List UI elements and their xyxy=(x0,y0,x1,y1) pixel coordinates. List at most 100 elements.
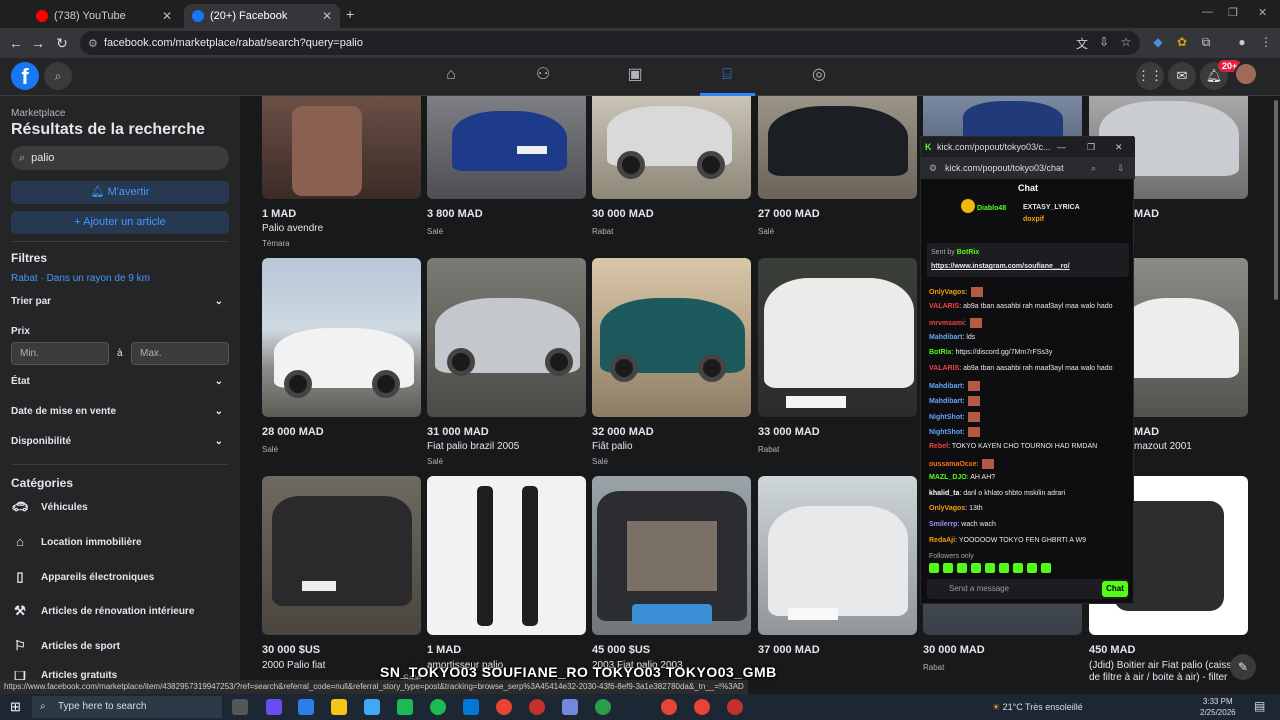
chat-username[interactable]: RedaAji xyxy=(929,537,955,544)
location-filter[interactable]: Rabat · Dans un rayon de 9 km xyxy=(11,273,150,284)
search-icon[interactable]: ⌕ xyxy=(44,62,72,90)
chat-username[interactable]: Mahdibart xyxy=(929,334,962,341)
chat-username[interactable]: Smilerrp xyxy=(929,521,957,528)
min-price-input[interactable]: Min. xyxy=(11,342,109,365)
category-vehicles[interactable]: 🚗︎ Véhicules xyxy=(11,498,88,516)
emote-icon[interactable] xyxy=(1041,563,1051,573)
messenger-icon[interactable]: ✉ xyxy=(1168,62,1196,90)
max-price-input[interactable]: Max. xyxy=(131,342,229,365)
emote-icon[interactable] xyxy=(1027,563,1037,573)
send-message-input[interactable]: Send a message xyxy=(927,579,1129,599)
spotify-icon[interactable] xyxy=(430,699,446,715)
date-listed-dropdown[interactable]: Date de mise en vente ⌄ xyxy=(11,406,223,417)
taskbar-search-input[interactable]: ⌕ Type here to search xyxy=(32,696,222,718)
category-rentals[interactable]: ⌂ Location immobilière xyxy=(11,533,142,551)
emote-icon[interactable] xyxy=(957,563,967,573)
zoom-icon[interactable]: ⌕ xyxy=(1091,157,1096,179)
tab-facebook[interactable]: (20+) Facebook ✕ xyxy=(184,4,340,28)
url-input[interactable]: ⚙ facebook.com/marketplace/rabat/search?… xyxy=(80,31,1140,55)
breadcrumb[interactable]: Marketplace xyxy=(11,108,65,119)
edge-icon[interactable] xyxy=(298,699,314,715)
listing-card[interactable] xyxy=(427,96,586,199)
emote-icon[interactable] xyxy=(943,563,953,573)
profile-icon[interactable]: ● xyxy=(1234,35,1250,51)
friends-icon[interactable]: ⚇ xyxy=(532,64,554,86)
site-info-icon[interactable]: ⚙ xyxy=(88,37,98,50)
app-icon[interactable] xyxy=(727,699,743,715)
listing-card[interactable] xyxy=(758,476,917,635)
category-electronics[interactable]: ▯ Appareils électroniques xyxy=(11,568,154,586)
emote-icon[interactable] xyxy=(999,563,1009,573)
chat-send-button[interactable]: Chat xyxy=(1102,581,1128,597)
back-icon[interactable]: ← xyxy=(4,35,28,51)
listing-card[interactable] xyxy=(262,258,421,417)
listing-card[interactable] xyxy=(427,258,586,417)
listing-card[interactable] xyxy=(262,476,421,635)
tab-youtube[interactable]: (738) YouTube ✕ xyxy=(28,4,180,28)
chat-username[interactable]: NightShot xyxy=(929,414,962,421)
listing-card[interactable] xyxy=(592,96,751,199)
download-icon[interactable]: ⇩ xyxy=(1117,157,1125,179)
chat-username[interactable]: Mahdibart xyxy=(929,382,962,389)
windows-start-icon[interactable]: ⊞ xyxy=(10,699,21,715)
menu-grid-icon[interactable]: ⋮⋮ xyxy=(1136,62,1164,90)
listing-card[interactable] xyxy=(758,96,917,199)
search-input[interactable]: ⌕ palio xyxy=(11,146,229,170)
chrome-icon[interactable] xyxy=(694,699,710,715)
listing-card[interactable] xyxy=(592,476,751,635)
bookmark-star-icon[interactable]: ☆ xyxy=(1118,35,1134,51)
close-icon[interactable]: ✕ xyxy=(162,9,172,23)
chat-username[interactable]: mrvmsami xyxy=(929,320,964,327)
mail-icon[interactable] xyxy=(463,699,479,715)
avatar[interactable] xyxy=(1234,62,1258,86)
extension-icon[interactable]: ◆ xyxy=(1150,35,1166,51)
close-icon[interactable]: ✕ xyxy=(322,9,332,23)
category-home-improvement[interactable]: ⚒ Articles de rénovation intérieure xyxy=(11,602,194,620)
category-sports[interactable]: ⚐ Articles de sport xyxy=(11,637,120,655)
chat-username[interactable]: BotRix xyxy=(929,349,952,356)
chat-username[interactable]: NightShot xyxy=(929,429,962,436)
chat-username[interactable]: oussamaOcxe xyxy=(929,460,976,467)
extension-icon[interactable]: ✿ xyxy=(1174,35,1190,51)
translate-icon[interactable]: 文 xyxy=(1074,35,1090,51)
category-free[interactable]: ❒ Articles gratuits xyxy=(11,671,117,680)
minimize-icon[interactable]: — xyxy=(1202,6,1213,18)
chrome-icon[interactable] xyxy=(496,699,512,715)
compose-edit-icon[interactable]: ✎ xyxy=(1230,654,1256,680)
store-icon[interactable] xyxy=(364,699,380,715)
condition-dropdown[interactable]: État ⌄ xyxy=(11,376,223,387)
listing-card[interactable] xyxy=(427,476,586,635)
pinned-link[interactable]: https://www.instagram.com/soufiane__ro/ xyxy=(931,263,1070,270)
facebook-logo-icon[interactable]: f xyxy=(11,62,39,90)
alert-button[interactable]: 🔔︎ M'avertir xyxy=(11,181,229,204)
chat-username[interactable]: MAZL_DJO xyxy=(929,474,967,481)
reload-icon[interactable]: ↻ xyxy=(50,35,74,52)
copilot-icon[interactable] xyxy=(266,699,282,715)
groups-icon[interactable]: ◎ xyxy=(808,64,830,86)
extensions-puzzle-icon[interactable]: ⧉ xyxy=(1198,35,1214,51)
emote-icon[interactable] xyxy=(971,563,981,573)
install-icon[interactable]: ⇩ xyxy=(1096,35,1112,51)
chat-username[interactable]: VALARIS xyxy=(929,365,959,372)
home-icon[interactable]: ⌂ xyxy=(440,64,462,86)
emote-icon[interactable] xyxy=(929,563,939,573)
listing-card[interactable] xyxy=(262,96,421,199)
taskbar-clock[interactable]: 3:33 PM 2/25/2026 xyxy=(1200,696,1236,718)
marketplace-icon[interactable]: ⌸ xyxy=(716,64,738,86)
scrollbar-thumb[interactable] xyxy=(1274,100,1278,300)
window-close-icon[interactable]: ✕ xyxy=(1258,6,1267,19)
steam-icon[interactable] xyxy=(628,699,644,715)
chat-username[interactable]: Rebel xyxy=(929,443,948,450)
file-explorer-icon[interactable] xyxy=(331,699,347,715)
availability-dropdown[interactable]: Disponibilité ⌄ xyxy=(11,436,223,447)
browser-menu-icon[interactable]: ⋮ xyxy=(1258,35,1274,51)
sort-dropdown[interactable]: Trier par ⌄ xyxy=(11,296,223,307)
weather-widget[interactable]: ☀ 21°C Très ensoleillé xyxy=(992,694,1083,720)
chat-username[interactable]: Mahdibart xyxy=(929,398,962,405)
close-icon[interactable]: ✕ xyxy=(1115,137,1123,157)
chat-username[interactable]: OnlyVagos xyxy=(929,505,965,512)
minimize-icon[interactable]: — xyxy=(1057,137,1066,157)
discord-icon[interactable] xyxy=(562,699,578,715)
maximize-icon[interactable]: ❐ xyxy=(1228,6,1238,19)
listing-card[interactable] xyxy=(592,258,751,417)
